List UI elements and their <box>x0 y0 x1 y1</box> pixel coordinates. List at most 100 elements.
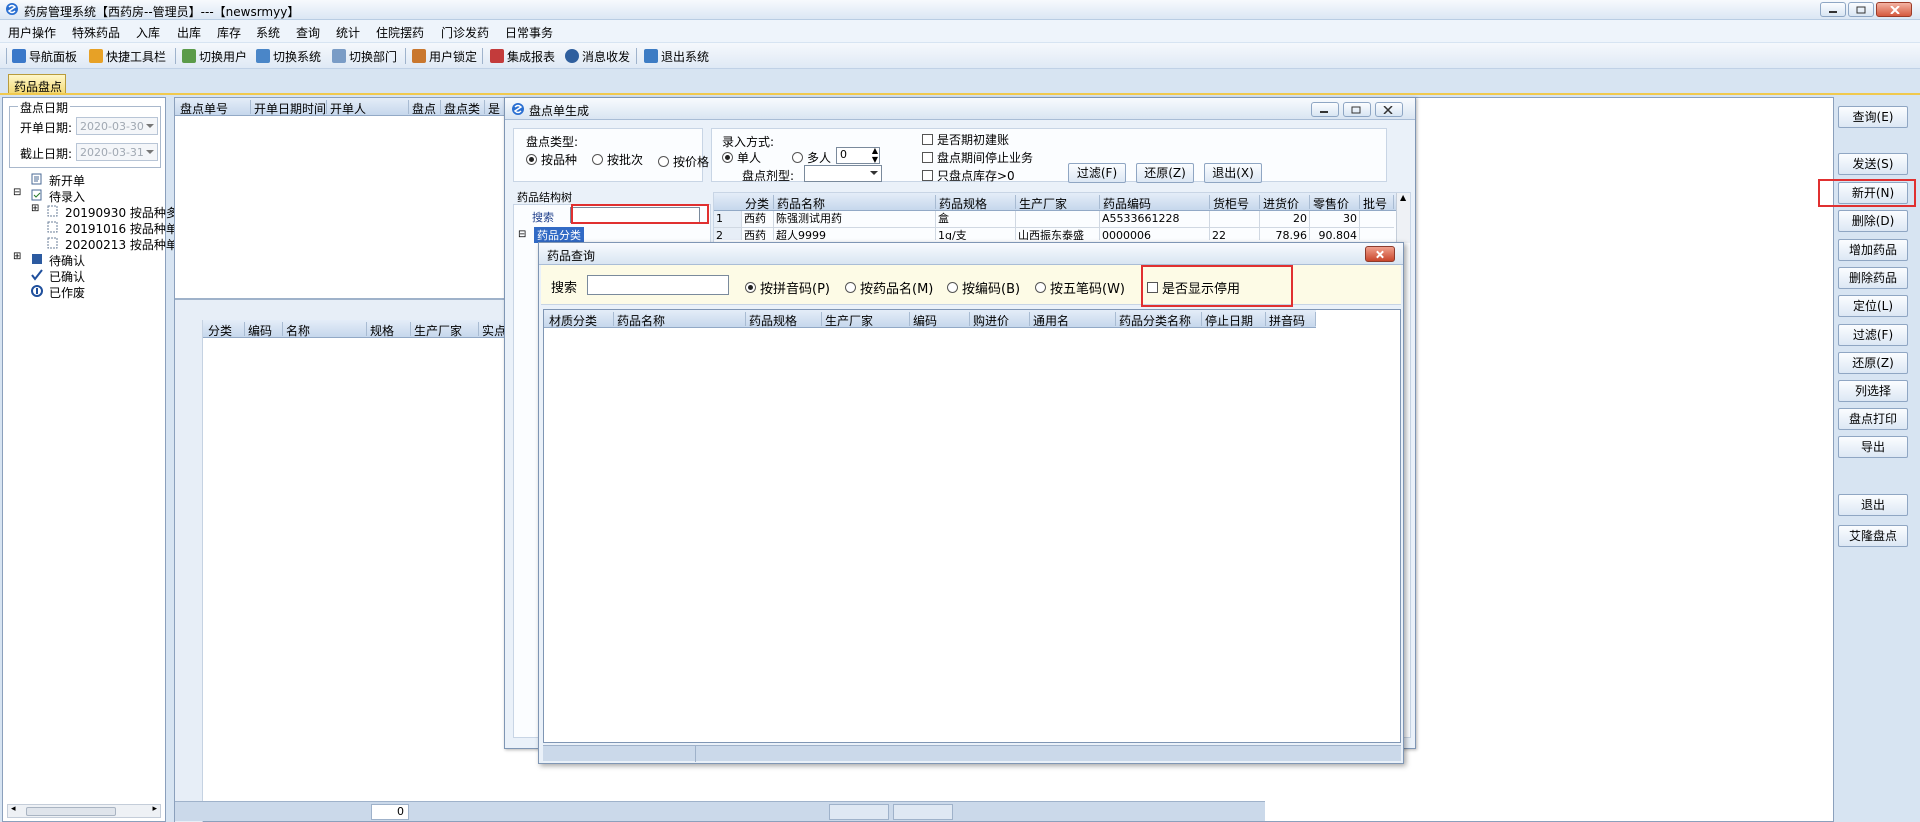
col-opener[interactable]: 开单人 <box>327 100 409 116</box>
tree-pending-entry[interactable]: 待录入 <box>49 188 85 205</box>
menu-special-drugs[interactable]: 特殊药品 <box>72 24 120 41</box>
col-manufacturer[interactable]: 生产厂家 <box>822 312 910 328</box>
tab-drug-inventory[interactable]: 药品盘点 <box>8 74 66 94</box>
col-is[interactable]: 是 <box>485 100 505 116</box>
radio-by-code[interactable]: 按编码(B) <box>947 278 1020 297</box>
col-drug-spec[interactable]: 药品规格 <box>746 312 822 328</box>
switch-user-button[interactable]: 切换用户 <box>182 48 247 64</box>
vertical-scrollbar[interactable]: ▲ <box>1396 193 1410 243</box>
col-stop-date[interactable]: 停止日期 <box>1202 312 1266 328</box>
delete-drug-button[interactable]: 删除药品 <box>1838 267 1908 289</box>
restore-button[interactable] <box>1848 2 1874 17</box>
scroll-right-icon[interactable]: ▸ <box>152 804 157 814</box>
radio-single[interactable]: 单人 <box>722 149 761 166</box>
tree-pending-confirm[interactable]: 待确认 <box>49 252 85 269</box>
export-button[interactable]: 导出 <box>1838 436 1908 458</box>
check-show-disabled[interactable]: 是否显示停用 <box>1147 278 1240 297</box>
menu-inpatient-dispense[interactable]: 住院摆药 <box>376 24 424 41</box>
dialog-close-button[interactable] <box>1365 246 1395 262</box>
radio-by-variety[interactable]: 按品种 <box>526 151 577 168</box>
dosage-form-select[interactable] <box>804 165 882 182</box>
scroll-up-icon[interactable]: ▲ <box>1400 193 1406 202</box>
col-manufacturer[interactable]: 生产厂家 <box>411 322 479 338</box>
col-material-category[interactable]: 材质分类 <box>546 312 614 328</box>
menu-stock-out[interactable]: 出库 <box>177 24 201 41</box>
tree-new-order[interactable]: 新开单 <box>49 172 85 189</box>
dlg-restore-button[interactable]: 还原(Z) <box>1136 163 1194 183</box>
table-row[interactable]: 1 西药 陈强测试用药 盒 A5533661228 20 30 <box>714 211 1394 228</box>
tree-drug-category[interactable]: 药品分类 <box>534 227 584 243</box>
col-open-time[interactable]: 开单日期时间 <box>251 100 327 116</box>
menu-system[interactable]: 系统 <box>256 24 280 41</box>
switch-system-button[interactable]: 切换系统 <box>256 48 321 64</box>
quick-toolbar-button[interactable]: 快捷工具栏 <box>89 48 166 64</box>
switch-dept-button[interactable]: 切换部门 <box>332 48 397 64</box>
nav-panel-button[interactable]: 导航面板 <box>12 48 77 64</box>
start-date-input[interactable]: 2020-03-30 <box>76 117 158 135</box>
col-order-no[interactable]: 盘点单号 <box>177 100 251 116</box>
left-horizontal-scrollbar[interactable]: ◂ ▸ <box>7 804 161 818</box>
col-manufacturer[interactable]: 生产厂家 <box>1016 195 1100 211</box>
tree-search-input[interactable] <box>570 207 700 223</box>
col-drug-code[interactable]: 药品编码 <box>1100 195 1210 211</box>
col-name[interactable]: 名称 <box>283 322 367 338</box>
col-purchase-price[interactable]: 进货价 <box>1260 195 1310 211</box>
menu-statistics[interactable]: 统计 <box>336 24 360 41</box>
dialog-close-button[interactable] <box>1375 102 1403 117</box>
col-shelf-no[interactable]: 货柜号 <box>1210 195 1260 211</box>
tree-order-20190930[interactable]: 20190930 按品种多 <box>65 204 178 221</box>
check-opening-account[interactable]: 是否期初建账 <box>922 131 1009 148</box>
scroll-left-icon[interactable]: ◂ <box>11 804 16 814</box>
tree-order-20191016[interactable]: 20191016 按品种单 <box>65 220 178 237</box>
radio-by-batch[interactable]: 按批次 <box>592 151 643 168</box>
menu-daily-affairs[interactable]: 日常事务 <box>505 24 553 41</box>
inventory-print-button[interactable]: 盘点打印 <box>1838 408 1908 430</box>
col-drug-spec[interactable]: 药品规格 <box>936 195 1016 211</box>
locate-button[interactable]: 定位(L) <box>1838 295 1908 317</box>
col-drug-name[interactable]: 药品名称 <box>774 195 936 211</box>
menu-stock-in[interactable]: 入库 <box>136 24 160 41</box>
menu-inventory[interactable]: 库存 <box>217 24 241 41</box>
check-stock-positive[interactable]: 只盘点库存>0 <box>922 167 1015 184</box>
col-retail-price[interactable]: 零售价 <box>1310 195 1360 211</box>
integrated-report-button[interactable]: 集成报表 <box>490 48 555 64</box>
exit-button[interactable]: 退出 <box>1838 494 1908 516</box>
spinner-arrows-icon[interactable]: ▲ ▼ <box>872 146 878 164</box>
exit-system-button[interactable]: 退出系统 <box>644 48 709 64</box>
col-batch-no[interactable]: 批号 <box>1360 195 1394 211</box>
dialog-minimize-button[interactable] <box>1311 102 1339 117</box>
query-search-input[interactable] <box>587 275 729 295</box>
col-category-name[interactable]: 药品分类名称 <box>1116 312 1202 328</box>
col-category[interactable]: 分类 <box>742 195 774 211</box>
minimize-button[interactable] <box>1820 2 1846 17</box>
col-actual[interactable]: 实点 <box>479 322 506 338</box>
query-button[interactable]: 查询(E) <box>1838 106 1908 128</box>
column-select-button[interactable]: 列选择 <box>1838 380 1908 402</box>
count-spinner[interactable]: 0 ▲ ▼ <box>836 146 880 164</box>
col-drug-name[interactable]: 药品名称 <box>614 312 746 328</box>
restore-filter-button[interactable]: 还原(Z) <box>1838 352 1908 374</box>
delete-button[interactable]: 删除(D) <box>1838 210 1908 232</box>
tree-order-20200213[interactable]: 20200213 按品种单 <box>65 236 178 253</box>
end-date-input[interactable]: 2020-03-31 <box>76 143 158 161</box>
menu-user-ops[interactable]: 用户操作 <box>8 24 56 41</box>
add-drug-button[interactable]: 增加药品 <box>1838 239 1908 261</box>
radio-by-wubi[interactable]: 按五笔码(W) <box>1035 278 1125 297</box>
dialog-maximize-button[interactable] <box>1343 102 1371 117</box>
menu-outpatient-dispense[interactable]: 门诊发药 <box>441 24 489 41</box>
check-stop-business[interactable]: 盘点期间停止业务 <box>922 149 1033 166</box>
menu-query[interactable]: 查询 <box>296 24 320 41</box>
expand-icon[interactable]: ⊟ <box>13 187 21 198</box>
col-inventory-type[interactable]: 盘点类 <box>441 100 485 116</box>
new-open-button[interactable]: 新开(N) <box>1838 182 1908 204</box>
tree-voided[interactable]: 已作废 <box>49 284 85 301</box>
col-generic-name[interactable]: 通用名 <box>1030 312 1116 328</box>
radio-multi[interactable]: 多人 <box>792 149 831 166</box>
col-code[interactable]: 编码 <box>245 322 283 338</box>
dlg-exit-button[interactable]: 退出(X) <box>1204 163 1262 183</box>
send-button[interactable]: 发送(S) <box>1838 153 1908 175</box>
user-lock-button[interactable]: 用户锁定 <box>412 48 477 64</box>
close-button[interactable] <box>1876 2 1912 17</box>
col-purchase-price[interactable]: 购进价 <box>970 312 1030 328</box>
ailong-inventory-button[interactable]: 艾隆盘点 <box>1838 525 1908 547</box>
